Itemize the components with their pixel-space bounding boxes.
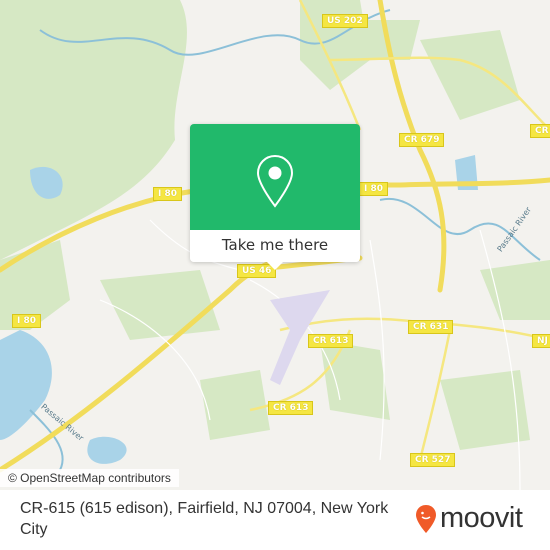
road-label-us-202: US 202 <box>322 14 368 28</box>
road-label-cr-527: CR 527 <box>410 453 456 467</box>
road-label-i-80: I 80 <box>359 182 389 196</box>
map[interactable]: US 202 CR 679 CR 6 I 80 I 80 I 80 US 46 … <box>0 0 550 490</box>
map-pin-icon <box>256 154 294 208</box>
moovit-logo[interactable]: moovit <box>415 502 523 535</box>
road-label-cr-613: CR 613 <box>308 334 354 348</box>
road-label-cr-679: CR 679 <box>399 133 445 147</box>
popup-header <box>190 124 360 230</box>
footer: CR-615 (615 edison), Fairfield, NJ 07004… <box>0 490 550 550</box>
destination-popup: Take me there <box>190 124 360 270</box>
road-label-i-80: I 80 <box>12 314 42 328</box>
road-label-cr-631: CR 631 <box>408 320 454 334</box>
popup-pointer <box>266 261 284 270</box>
road-label-cr-613: CR 613 <box>268 401 314 415</box>
address-text: CR-615 (615 edison), Fairfield, NJ 07004… <box>20 500 389 538</box>
road-label-cr: CR 6 <box>530 124 550 138</box>
map-attribution[interactable]: © OpenStreetMap contributors <box>0 469 179 487</box>
road-label-nj: NJ <box>532 334 550 348</box>
moovit-wordmark: moovit <box>440 502 523 534</box>
road-label-i-80: I 80 <box>153 187 183 201</box>
take-me-there-button[interactable]: Take me there <box>190 230 360 262</box>
moovit-pin-icon <box>416 504 436 533</box>
